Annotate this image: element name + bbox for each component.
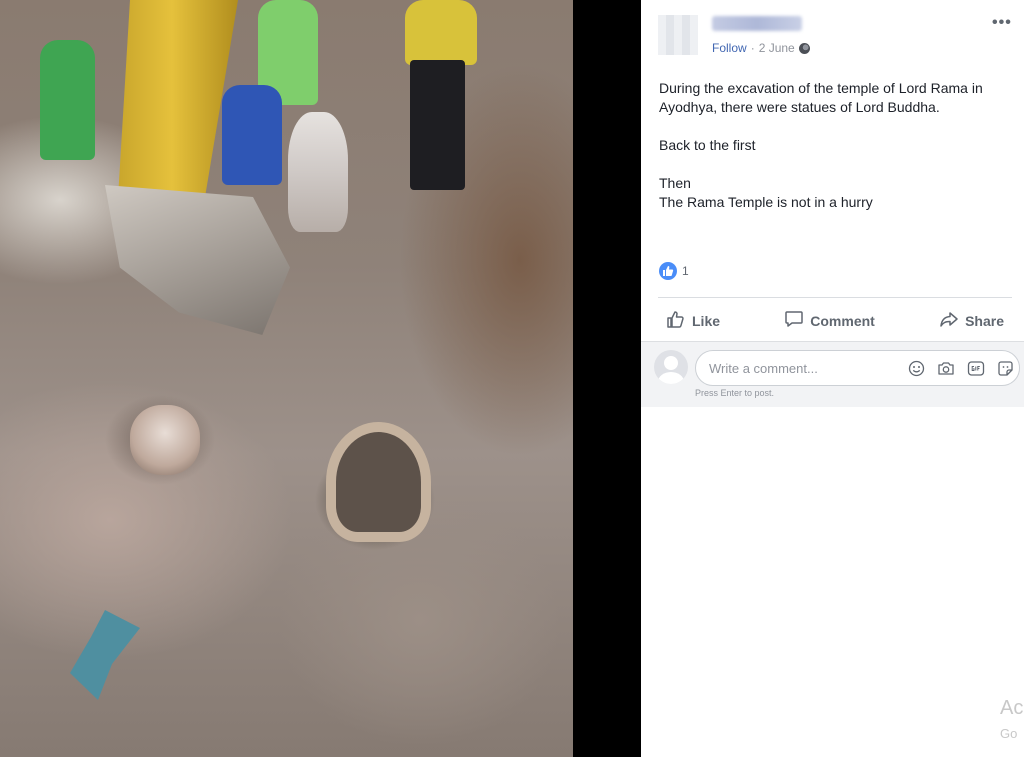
comment-button[interactable]: Comment — [776, 305, 883, 336]
thumbs-up-icon — [666, 309, 692, 332]
activation-watermark-sub: Go — [1000, 726, 1018, 741]
comment-tools — [908, 360, 1014, 377]
share-label: Share — [965, 312, 1004, 329]
worker-figure — [405, 0, 477, 65]
action-bar: Like Comment Share — [658, 305, 1012, 336]
worker-figure — [410, 60, 465, 190]
post-text-line: Then — [659, 175, 691, 191]
reaction-summary[interactable]: 1 — [659, 262, 689, 280]
comment-label: Comment — [810, 312, 875, 329]
share-arrow-icon — [939, 309, 965, 332]
meta-separator: · — [750, 41, 755, 55]
gif-icon[interactable] — [967, 360, 985, 377]
activation-watermark: Ac — [1000, 697, 1024, 719]
comment-input[interactable] — [709, 360, 894, 376]
post-text-line: The Rama Temple is not in a hurry — [659, 194, 873, 210]
statue-head — [130, 405, 200, 475]
post-text: During the excavation of the temple of L… — [659, 79, 1019, 212]
comment-composer: Press Enter to post. — [641, 341, 1024, 407]
like-button[interactable]: Like — [658, 305, 728, 336]
worker-figure — [222, 85, 282, 185]
post-date[interactable]: 2 June — [759, 41, 795, 55]
comment-input-wrapper[interactable] — [695, 350, 1020, 386]
emoji-icon[interactable] — [908, 360, 925, 377]
author-name-blurred[interactable] — [712, 16, 802, 31]
like-label: Like — [692, 312, 721, 329]
buried-statue — [326, 422, 431, 542]
speech-bubble-icon — [784, 309, 810, 332]
post-text-line: During the excavation of the temple of L… — [659, 80, 983, 115]
worker-figure — [40, 40, 95, 160]
press-enter-hint: Press Enter to post. — [695, 388, 775, 398]
commenter-avatar — [654, 350, 688, 384]
blue-cloth — [70, 610, 140, 700]
reaction-count: 1 — [682, 264, 689, 278]
camera-icon[interactable] — [937, 360, 955, 377]
globe-icon — [798, 42, 810, 54]
follow-link[interactable]: Follow — [712, 41, 747, 55]
excavator-arm — [118, 0, 238, 215]
post-text-line: Back to the first — [659, 137, 756, 153]
excavator-bucket — [105, 185, 290, 335]
sticker-icon[interactable] — [997, 360, 1014, 377]
white-statue — [288, 112, 348, 232]
like-reaction-icon — [659, 262, 677, 280]
post-panel: Follow · 2 June ••• During the excavatio… — [641, 0, 1024, 757]
more-options-icon[interactable]: ••• — [992, 14, 1012, 32]
post-meta: Follow · 2 June — [712, 41, 810, 55]
author-avatar[interactable] — [658, 15, 698, 55]
divider — [658, 297, 1012, 298]
share-button[interactable]: Share — [931, 305, 1012, 336]
post-photo[interactable] — [0, 0, 573, 757]
